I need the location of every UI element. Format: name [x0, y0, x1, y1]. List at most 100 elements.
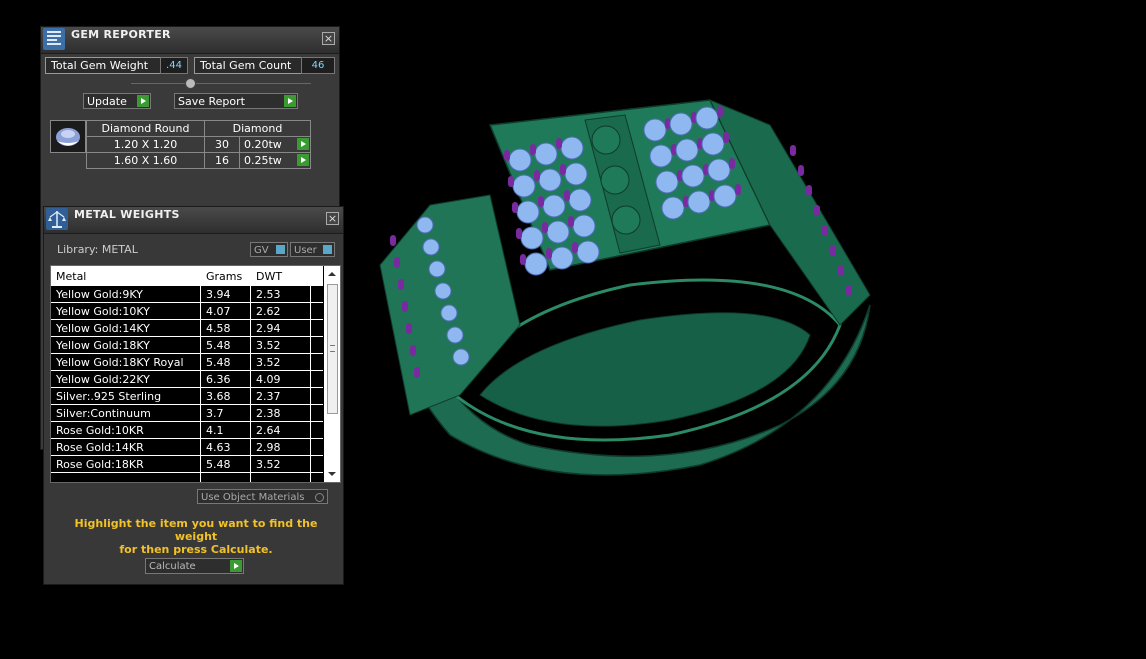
diamond-stone: [416, 216, 434, 234]
bezel-setting: [591, 125, 621, 155]
diamond-stone: [542, 194, 566, 218]
total-gem-count-label: Total Gem Count: [194, 57, 302, 74]
use-object-materials-toggle[interactable]: Use Object Materials: [197, 489, 328, 504]
metal-dwt: 2.38: [256, 407, 281, 420]
metal-dwt: 3.52: [256, 339, 281, 352]
gem-reporter-titlebar[interactable]: GEM REPORTER ×: [41, 27, 339, 54]
metal-row[interactable]: Silver:.925 Sterling 3.68 2.37: [51, 388, 323, 405]
diamond-stone: [452, 348, 470, 366]
bezel-setting: [611, 205, 641, 235]
metal-weights-title: METAL WEIGHTS: [74, 208, 180, 221]
prong: [814, 205, 820, 216]
metal-row[interactable]: Yellow Gold:22KY 6.36 4.09: [51, 371, 323, 388]
metal-metal: Rose Gold:10KR: [56, 424, 144, 437]
diamond-stone: [649, 144, 673, 168]
metal-grams: 4.58: [206, 322, 231, 335]
splitter-handle[interactable]: [185, 78, 196, 89]
metal-metal: Yellow Gold:18KY: [56, 339, 150, 352]
prong: [406, 323, 412, 334]
diamond-stone: [695, 106, 719, 130]
metal-row[interactable]: Yellow Gold:10KY 4.07 2.62: [51, 303, 323, 320]
play-icon[interactable]: [297, 154, 309, 166]
prong: [723, 132, 729, 143]
prong: [790, 145, 796, 156]
prong: [806, 185, 812, 196]
metal-grams: 4.63: [206, 441, 231, 454]
column-header-grams[interactable]: Grams: [206, 270, 242, 283]
gv-label: GV: [254, 245, 269, 256]
metal-list[interactable]: Metal Grams DWT Yellow Gold:9KY 3.94 2.53 Y…: [50, 265, 341, 483]
gem-report-icon: [43, 28, 65, 50]
prong: [822, 225, 828, 236]
column-header-dwt[interactable]: DWT: [256, 270, 282, 283]
column-header-metal[interactable]: Metal: [56, 270, 86, 283]
prong: [556, 138, 562, 149]
metal-row[interactable]: Yellow Gold:14KY 4.58 2.94: [51, 320, 323, 337]
play-icon[interactable]: [297, 138, 309, 150]
metal-row[interactable]: Rose Gold:18KR 5.48 3.52: [51, 456, 323, 473]
diamond-stone: [440, 304, 458, 322]
scroll-up-icon[interactable]: [324, 266, 340, 282]
update-button-label: Update: [87, 95, 127, 108]
total-gem-weight-label: Total Gem Weight: [45, 57, 161, 74]
save-report-button[interactable]: Save Report: [174, 93, 298, 109]
gem-reporter-close-button[interactable]: ×: [322, 32, 335, 45]
bezel-setting: [600, 165, 630, 195]
scroll-thumb[interactable]: [327, 284, 338, 414]
prong: [516, 228, 522, 239]
diamond-stone: [687, 190, 711, 214]
library-label: Library: METAL: [57, 243, 138, 256]
calculate-button[interactable]: Calculate: [145, 558, 244, 574]
prong: [572, 242, 578, 253]
prong: [508, 176, 514, 187]
metal-weights-titlebar[interactable]: METAL WEIGHTS ×: [44, 207, 343, 234]
diamond-stone: [434, 282, 452, 300]
splitter-line: [131, 83, 311, 84]
gem-row[interactable]: 1.20 X 1.20 30 0.20tw: [86, 136, 311, 153]
metal-dwt: 4.09: [256, 373, 281, 386]
ring-3d-model[interactable]: [370, 95, 890, 495]
diamond-stone: [576, 240, 600, 264]
scroll-down-icon[interactable]: [324, 466, 340, 482]
metal-row[interactable]: Yellow Gold:18KY Royal 5.48 3.52: [51, 354, 323, 371]
metal-dwt: 3.52: [256, 356, 281, 369]
metal-list-scrollbar[interactable]: [324, 266, 340, 482]
metal-dwt: 2.62: [256, 305, 281, 318]
gem-weight-cell: 0.25tw: [239, 152, 311, 169]
gem-shape-header: Diamond Round: [86, 120, 205, 137]
metal-grams: 5.48: [206, 458, 231, 471]
hint-text: Highlight the item you want to find the …: [56, 517, 336, 556]
user-toggle[interactable]: User: [290, 242, 335, 257]
diamond-stone: [643, 118, 667, 142]
save-report-button-label: Save Report: [178, 95, 245, 108]
metal-row[interactable]: Rose Gold:10KR 4.1 2.64: [51, 422, 323, 439]
diamond-stone: [422, 238, 440, 256]
prong: [504, 150, 510, 161]
diamond-stone: [516, 200, 540, 224]
metal-row[interactable]: Yellow Gold:9KY 3.94 2.53: [51, 286, 323, 303]
metal-grams: 6.36: [206, 373, 231, 386]
metal-row[interactable]: Yellow Gold:18KY 5.48 3.52: [51, 337, 323, 354]
hint-line-1: Highlight the item you want to find the …: [74, 517, 318, 543]
diamond-stone: [669, 112, 693, 136]
gem-row[interactable]: 1.60 X 1.60 16 0.25tw: [86, 152, 311, 169]
metal-row[interactable]: Silver:Continuum 3.7 2.38: [51, 405, 323, 422]
metal-weights-close-button[interactable]: ×: [326, 212, 339, 225]
metal-metal: Rose Gold:18KR: [56, 458, 144, 471]
metal-grams: 3.68: [206, 390, 231, 403]
metal-dwt: 2.37: [256, 390, 281, 403]
user-label: User: [294, 245, 317, 256]
metal-grams: 5.48: [206, 339, 231, 352]
gem-count: 30: [204, 136, 240, 153]
ring-shank: [379, 99, 871, 476]
metal-dwt: 3.52: [256, 458, 281, 471]
metal-metal: Yellow Gold:18KY Royal: [56, 356, 184, 369]
gem-weight: 0.20tw: [244, 138, 282, 151]
grip-icon: [330, 345, 335, 352]
metal-metal: Yellow Gold:10KY: [56, 305, 150, 318]
update-button[interactable]: Update: [83, 93, 151, 109]
gv-toggle[interactable]: GV: [250, 242, 288, 257]
diamond-stone: [568, 188, 592, 212]
gem-stone-header: Diamond: [204, 120, 311, 137]
metal-row[interactable]: Rose Gold:14KR 4.63 2.98: [51, 439, 323, 456]
